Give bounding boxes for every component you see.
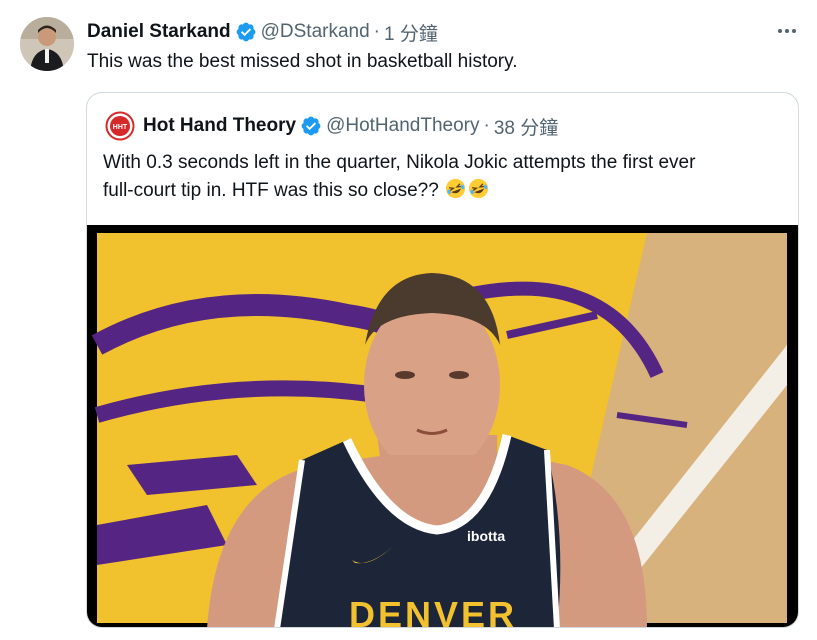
quote-separator-dot: · [483,115,490,136]
quote-avatar-logo-text: HHT [113,124,128,131]
jersey-team-text: DENVER [349,594,517,628]
quote-text: With 0.3 seconds left in the quarter, Ni… [103,149,793,205]
quote-post-time: 38 分鐘 [493,117,559,139]
tweet-text: This was the best missed shot in basketb… [87,51,518,72]
rofl-emoji-icon [444,177,467,200]
video-media[interactable]: ibotta DENVER [87,225,798,628]
author-handle[interactable]: @DStarkand [261,21,370,43]
quote-author-row: Hot Hand Theory @HotHandTheory · 38 分鐘 [143,114,559,139]
jersey-sponsor-text: ibotta [467,528,505,544]
quote-verified-badge-icon [300,115,322,137]
verified-badge-icon [235,21,257,43]
post-time[interactable]: 1 分鐘 [384,19,438,46]
separator-dot: · [373,21,380,42]
rofl-emoji-icon [467,177,490,200]
author-avatar[interactable] [20,17,74,71]
author-row: Daniel Starkand @DStarkand · 1 分鐘 [87,19,438,46]
quote-tweet-card[interactable]: HHT Hot Hand Theory @HotHandTheory · 38 … [86,92,799,628]
quote-author-avatar[interactable]: HHT [105,111,135,141]
quote-text-line-2: full-court tip in. HTF was this so close… [103,180,439,201]
quote-author-handle: @HotHandTheory [326,115,480,136]
author-name[interactable]: Daniel Starkand [87,21,231,43]
quote-author-name: Hot Hand Theory [143,115,297,136]
more-horizontal-icon[interactable] [772,18,802,44]
quote-text-line-1: With 0.3 seconds left in the quarter, Ni… [103,152,696,173]
